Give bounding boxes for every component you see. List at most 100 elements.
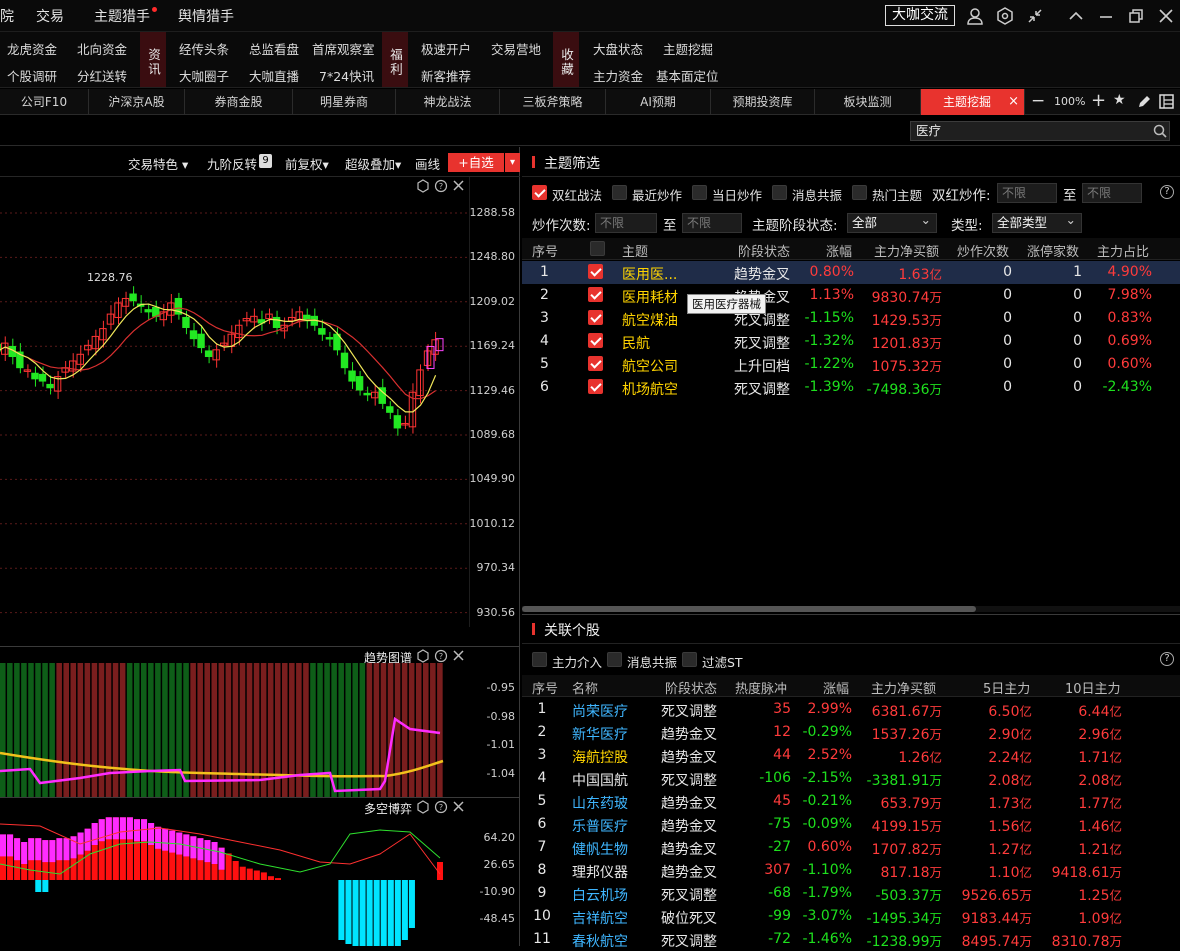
col-ratio[interactable]: 主力占比 [1097, 241, 1149, 260]
col-theme[interactable]: 主题 [622, 241, 648, 260]
trade-feature-dropdown[interactable]: 交易特色 ▾ [128, 154, 188, 173]
menu-item-theme-hunter[interactable]: 主题猎手 [94, 6, 150, 26]
double-red-min-input[interactable]: 不限 [997, 183, 1057, 203]
nav-fast-account[interactable]: 极速开户 [421, 39, 471, 58]
nav-trade-camp[interactable]: 交易营地 [491, 39, 541, 58]
row-checkbox[interactable] [588, 264, 603, 279]
settings-hex-icon[interactable] [995, 6, 1015, 26]
h-scrollbar-thumb[interactable] [522, 606, 976, 612]
zoom-out-icon[interactable]: − [1031, 91, 1045, 111]
col-10d-main[interactable]: 10日主力 [1065, 678, 1121, 697]
bullbear-panel-controls[interactable]: ? [416, 800, 466, 814]
col-change[interactable]: 涨幅 [826, 241, 852, 260]
stock-name[interactable]: 理邦仪器 [572, 862, 628, 882]
candlestick-chart[interactable] [0, 177, 470, 627]
stock-row[interactable]: 8理邦仪器趋势金叉307-1.10%817.18万1.10亿9418.61万 [522, 859, 1180, 882]
check-news-resonance[interactable] [772, 185, 787, 200]
stock-row[interactable]: 4中国国航死叉调整-106-2.15%-3381.91万2.08亿2.08亿 [522, 767, 1180, 790]
nav-new-customer[interactable]: 新客推荐 [421, 66, 471, 85]
stock-name[interactable]: 白云机场 [572, 885, 628, 905]
row-checkbox[interactable] [588, 310, 603, 325]
theme-row[interactable]: 6机场航空死叉调整-1.39%-7498.36万00-2.43% [522, 376, 1180, 399]
stage-select[interactable]: 全部 [847, 213, 937, 233]
col-net-buy[interactable]: 主力净买额 [874, 241, 939, 260]
tab-broker-gold[interactable]: 券商金股 [185, 89, 293, 115]
row-checkbox[interactable] [588, 356, 603, 371]
col-name[interactable]: 名称 [572, 678, 598, 697]
theme-name[interactable]: 民航 [622, 333, 650, 353]
select-all-checkbox[interactable] [590, 241, 605, 256]
layout-icon[interactable] [1159, 94, 1174, 109]
tab-three-axe[interactable]: 三板斧策略 [500, 89, 606, 115]
menu-item-trade[interactable]: 交易 [36, 6, 64, 26]
stock-name[interactable]: 健帆生物 [572, 839, 628, 859]
col-no[interactable]: 序号 [532, 241, 558, 260]
stock-row[interactable]: 6乐普医疗趋势金叉-75-0.09%4199.15万1.56亿1.46亿 [522, 813, 1180, 836]
type-select[interactable]: 全部类型 [992, 213, 1082, 233]
theme-row[interactable]: 1医用医...趋势金叉0.80%1.63亿014.90% [522, 261, 1180, 284]
nav-northbound[interactable]: 北向资金 [77, 39, 127, 58]
nav-market-status[interactable]: 大盘状态 [593, 39, 643, 58]
check-hot-theme[interactable] [852, 185, 867, 200]
brand-exchange-button[interactable]: 大咖交流 [885, 5, 955, 26]
search-icon[interactable] [1153, 124, 1167, 138]
overlay-dropdown[interactable]: 超级叠加▾ [345, 154, 401, 173]
shrink-icon[interactable] [1025, 6, 1045, 26]
stock-row[interactable]: 9白云机场死叉调整-68-1.79%-503.37万9526.65万1.25亿 [522, 882, 1180, 905]
nav-stock-research[interactable]: 个股调研 [7, 66, 57, 85]
col-no[interactable]: 序号 [532, 678, 558, 697]
draw-line-button[interactable]: 画线 [415, 154, 440, 173]
col-limit-up[interactable]: 涨停家数 [1027, 241, 1079, 260]
star-icon[interactable]: ★ [1113, 92, 1126, 108]
double-red-max-input[interactable]: 不限 [1082, 183, 1142, 203]
stock-row[interactable]: 11春秋航空死叉调整-72-1.46%-1238.99万8495.74万8310… [522, 928, 1180, 951]
edit-icon[interactable] [1137, 95, 1151, 109]
theme-row[interactable]: 5航空公司上升回档-1.22%1075.32万000.60% [522, 353, 1180, 376]
nav-flash-news[interactable]: 7*24快讯 [319, 66, 374, 85]
theme-name[interactable]: 医用耗材 [622, 287, 678, 307]
chevron-up-icon[interactable] [1066, 6, 1086, 26]
menu-item-sentiment-hunter[interactable]: 舆情猎手 [178, 6, 234, 26]
zoom-in-icon[interactable]: + [1091, 90, 1106, 111]
tab-company-f10[interactable]: 公司F10 [0, 89, 89, 115]
col-hype-count[interactable]: 炒作次数 [957, 241, 1009, 260]
nav-theme-mining[interactable]: 主题挖掘 [663, 39, 713, 58]
adjust-dropdown[interactable]: 前复权▾ [285, 154, 329, 173]
row-checkbox[interactable] [588, 333, 603, 348]
tab-dragon-method[interactable]: 神龙战法 [396, 89, 500, 115]
theme-name[interactable]: 机场航空 [622, 379, 678, 399]
user-icon[interactable] [965, 6, 985, 26]
hype-count-max-input[interactable]: 不限 [682, 213, 742, 233]
nav-dragon-tiger[interactable]: 龙虎资金 [7, 39, 57, 58]
stock-name[interactable]: 尚荣医疗 [572, 701, 628, 721]
search-input[interactable]: 医疗 [910, 121, 1170, 141]
stock-name[interactable]: 春秋航空 [572, 931, 628, 951]
check-today-hype[interactable] [692, 185, 707, 200]
close-icon[interactable] [1156, 6, 1176, 26]
stock-name[interactable]: 新华医疗 [572, 724, 628, 744]
check-double-red[interactable] [532, 185, 547, 200]
stock-row[interactable]: 1尚荣医疗死叉调整352.99%6381.67万6.50亿6.44亿 [522, 698, 1180, 721]
tab-sector-monitor[interactable]: 板块监测 [815, 89, 921, 115]
stock-name[interactable]: 乐普医疗 [572, 816, 628, 836]
theme-name[interactable]: 航空煤油 [622, 310, 678, 330]
theme-row[interactable]: 4民航死叉调整-1.32%1201.83万000.69% [522, 330, 1180, 353]
nav-expert-live[interactable]: 大咖直播 [249, 66, 299, 85]
nav-main-funds[interactable]: 主力资金 [593, 66, 643, 85]
tab-forecast-lib[interactable]: 预期投资库 [711, 89, 815, 115]
help-icon[interactable]: ? [1160, 185, 1174, 199]
theme-name[interactable]: 航空公司 [622, 356, 678, 376]
nav-expert-circle[interactable]: 大咖圈子 [179, 66, 229, 85]
tab-close-icon[interactable]: × [1008, 89, 1019, 115]
add-watchlist-dropdown[interactable]: ▾ [505, 153, 520, 172]
stock-name[interactable]: 中国国航 [572, 770, 628, 790]
check-recent-hype[interactable] [612, 185, 627, 200]
col-stage[interactable]: 阶段状态 [665, 678, 717, 697]
row-checkbox[interactable] [588, 287, 603, 302]
col-net-buy[interactable]: 主力净买额 [871, 678, 936, 697]
tab-a-shares[interactable]: 沪深京A股 [89, 89, 185, 115]
hype-count-min-input[interactable]: 不限 [595, 213, 657, 233]
nav-headlines[interactable]: 经传头条 [179, 39, 229, 58]
theme-name[interactable]: 医用医... [622, 264, 677, 284]
check-filter-st[interactable] [682, 652, 697, 667]
